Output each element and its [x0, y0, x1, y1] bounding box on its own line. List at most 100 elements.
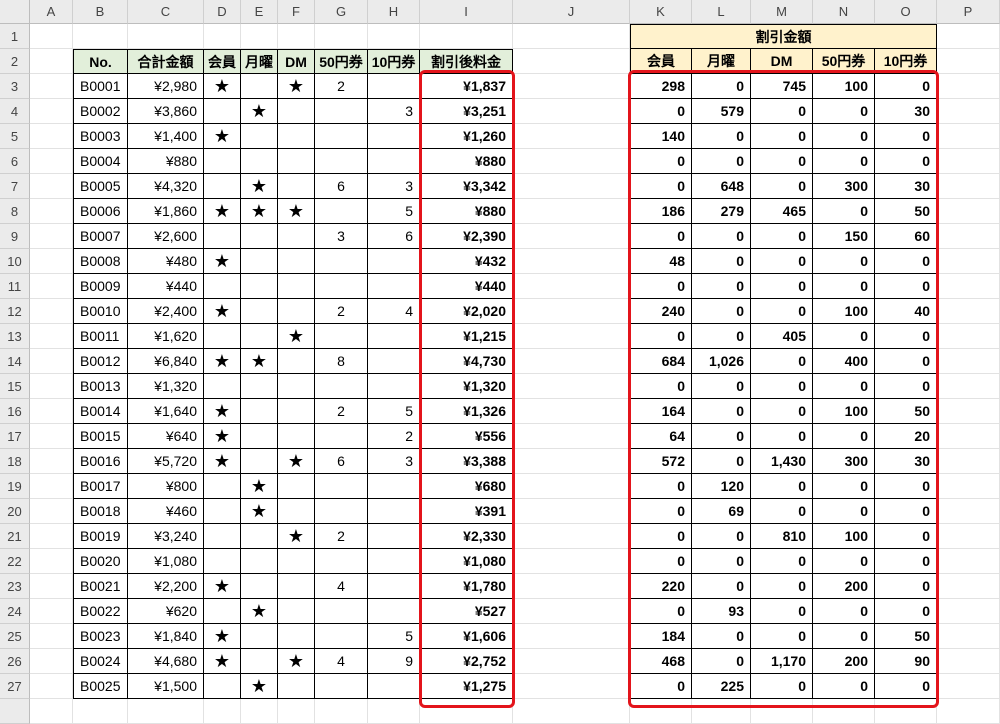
header-dm[interactable]: DM	[278, 49, 315, 74]
cell-member-flag[interactable]	[204, 224, 241, 249]
cell-discount-coupon-50[interactable]: 0	[813, 324, 875, 349]
cell-discount-monday[interactable]: 0	[692, 224, 751, 249]
cell-member-flag[interactable]	[204, 474, 241, 499]
cell-discount-dm[interactable]: 0	[751, 399, 813, 424]
cell-discount-dm[interactable]: 0	[751, 599, 813, 624]
cell-dm-flag[interactable]	[278, 99, 315, 124]
cell-discount-coupon-50[interactable]: 0	[813, 549, 875, 574]
cell-discount-coupon-50[interactable]: 0	[813, 249, 875, 274]
grid-cell[interactable]	[513, 124, 630, 149]
cell-coupon-50-count[interactable]: 4	[315, 574, 368, 599]
cell-after-discount[interactable]: ¥680	[420, 474, 513, 499]
cell-discount-coupon-50[interactable]: 0	[813, 674, 875, 699]
grid-cell[interactable]	[315, 24, 368, 49]
cell-monday-flag[interactable]	[241, 399, 278, 424]
cell-member-flag[interactable]	[204, 549, 241, 574]
cell-monday-flag[interactable]	[241, 624, 278, 649]
grid-cell[interactable]	[30, 299, 73, 324]
cell-coupon-50-count[interactable]	[315, 599, 368, 624]
cell-discount-member[interactable]: 0	[630, 99, 692, 124]
row-header-17[interactable]: 17	[0, 424, 30, 449]
grid-cell[interactable]	[937, 499, 1000, 524]
column-header-f[interactable]: F	[278, 0, 315, 24]
row-header-18[interactable]: 18	[0, 449, 30, 474]
cell-discount-monday[interactable]: 0	[692, 324, 751, 349]
grid-cell[interactable]	[937, 424, 1000, 449]
cell-discount-monday[interactable]: 0	[692, 574, 751, 599]
grid-cell[interactable]	[30, 449, 73, 474]
header-discount-monday[interactable]: 月曜	[692, 49, 751, 74]
cell-discount-coupon-50[interactable]: 0	[813, 474, 875, 499]
grid-cell[interactable]	[30, 549, 73, 574]
cell-dm-flag[interactable]	[278, 374, 315, 399]
cell-discount-coupon-50[interactable]: 200	[813, 649, 875, 674]
cell-coupon-50-count[interactable]	[315, 374, 368, 399]
cell-after-discount[interactable]: ¥3,388	[420, 449, 513, 474]
cell-total-amount[interactable]: ¥800	[128, 474, 204, 499]
cell-discount-dm[interactable]: 745	[751, 74, 813, 99]
cell-total-amount[interactable]: ¥880	[128, 149, 204, 174]
cell-coupon-50-count[interactable]: 6	[315, 449, 368, 474]
cell-monday-flag[interactable]	[241, 524, 278, 549]
grid-cell[interactable]	[30, 674, 73, 699]
grid-cell[interactable]	[937, 199, 1000, 224]
cell-order-no[interactable]: B0010	[73, 299, 128, 324]
cell-coupon-10-count[interactable]	[368, 574, 420, 599]
row-header-7[interactable]: 7	[0, 174, 30, 199]
cell-member-flag[interactable]: ★	[204, 249, 241, 274]
cell-discount-monday[interactable]: 1,026	[692, 349, 751, 374]
grid-cell[interactable]	[937, 49, 1000, 74]
cell-discount-coupon-10[interactable]: 50	[875, 399, 937, 424]
cell-discount-dm[interactable]: 465	[751, 199, 813, 224]
column-header-h[interactable]: H	[368, 0, 420, 24]
cell-discount-member[interactable]: 0	[630, 274, 692, 299]
cell-monday-flag[interactable]	[241, 374, 278, 399]
grid-cell[interactable]	[513, 174, 630, 199]
cell-total-amount[interactable]: ¥1,080	[128, 549, 204, 574]
grid-cell[interactable]	[30, 474, 73, 499]
cell-member-flag[interactable]	[204, 599, 241, 624]
cell-total-amount[interactable]: ¥3,860	[128, 99, 204, 124]
cell-discount-coupon-50[interactable]: 100	[813, 524, 875, 549]
grid-cell[interactable]	[30, 274, 73, 299]
column-header-d[interactable]: D	[204, 0, 241, 24]
cell-dm-flag[interactable]	[278, 174, 315, 199]
row-header-21[interactable]: 21	[0, 524, 30, 549]
cell-member-flag[interactable]	[204, 174, 241, 199]
select-all-corner[interactable]	[0, 0, 30, 24]
cell-discount-coupon-50[interactable]: 0	[813, 199, 875, 224]
grid-cell[interactable]	[30, 699, 73, 724]
grid-cell[interactable]	[30, 49, 73, 74]
header-monday[interactable]: 月曜	[241, 49, 278, 74]
cell-after-discount[interactable]: ¥1,326	[420, 399, 513, 424]
cell-coupon-10-count[interactable]	[368, 524, 420, 549]
cell-dm-flag[interactable]: ★	[278, 324, 315, 349]
cell-coupon-10-count[interactable]	[368, 124, 420, 149]
grid-cell[interactable]	[937, 224, 1000, 249]
grid-cell[interactable]	[513, 149, 630, 174]
cell-discount-member[interactable]: 0	[630, 174, 692, 199]
cell-coupon-50-count[interactable]	[315, 624, 368, 649]
cell-dm-flag[interactable]	[278, 399, 315, 424]
cell-coupon-10-count[interactable]	[368, 74, 420, 99]
grid-cell[interactable]	[937, 399, 1000, 424]
cell-coupon-50-count[interactable]: 8	[315, 349, 368, 374]
cell-total-amount[interactable]: ¥2,400	[128, 299, 204, 324]
grid-cell[interactable]	[937, 374, 1000, 399]
column-header-i[interactable]: I	[420, 0, 513, 24]
cell-discount-coupon-10[interactable]: 0	[875, 474, 937, 499]
cell-total-amount[interactable]: ¥3,240	[128, 524, 204, 549]
cell-discount-monday[interactable]: 0	[692, 74, 751, 99]
cell-after-discount[interactable]: ¥1,215	[420, 324, 513, 349]
cell-total-amount[interactable]: ¥1,860	[128, 199, 204, 224]
cell-coupon-10-count[interactable]: 4	[368, 299, 420, 324]
row-header-19[interactable]: 19	[0, 474, 30, 499]
grid-cell[interactable]	[513, 374, 630, 399]
cell-total-amount[interactable]: ¥1,320	[128, 374, 204, 399]
cell-total-amount[interactable]: ¥2,600	[128, 224, 204, 249]
grid-cell[interactable]	[513, 24, 630, 49]
cell-discount-dm[interactable]: 1,430	[751, 449, 813, 474]
cell-coupon-50-count[interactable]	[315, 424, 368, 449]
grid-cell[interactable]	[692, 699, 751, 724]
cell-discount-member[interactable]: 0	[630, 499, 692, 524]
